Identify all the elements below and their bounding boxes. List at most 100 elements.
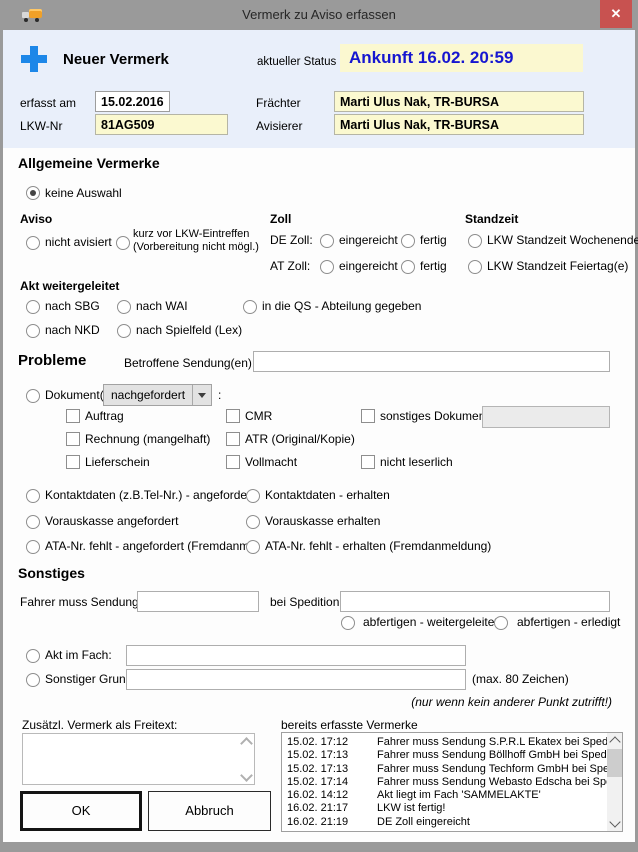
spedition-input[interactable] bbox=[340, 591, 610, 612]
checkbox-rechnung[interactable] bbox=[66, 432, 80, 446]
sonstiger-grund-input[interactable] bbox=[126, 669, 466, 690]
radio-kontaktdaten-erhalten[interactable] bbox=[246, 489, 260, 503]
radio-akt-im-fach-label[interactable]: Akt im Fach: bbox=[45, 648, 112, 662]
radio-akt-im-fach[interactable] bbox=[26, 649, 40, 663]
list-item[interactable]: 15.02. 17:14Fahrer muss Sendung Webasto … bbox=[282, 776, 622, 789]
radio-ata-angefordert[interactable] bbox=[26, 540, 40, 554]
checkbox-atr-label[interactable]: ATR (Original/Kopie) bbox=[245, 432, 355, 446]
checkbox-auftrag[interactable] bbox=[66, 409, 80, 423]
radio-standzeit-wochenende[interactable] bbox=[468, 234, 482, 248]
fraechter-field[interactable]: Marti Ulus Nak, TR-BURSA bbox=[334, 91, 584, 112]
radio-de-zoll-fertig-label[interactable]: fertig bbox=[420, 233, 447, 247]
radio-nach-wai-label[interactable]: nach WAI bbox=[136, 299, 188, 313]
list-item[interactable]: 16.02. 21:19DE Zoll eingereicht bbox=[282, 816, 622, 829]
radio-ata-erhalten[interactable] bbox=[246, 540, 260, 554]
checkbox-sonstiges-dokument[interactable] bbox=[361, 409, 375, 423]
radio-kurz-vor-eintreffen-label2[interactable]: (Vorbereitung nicht mögl.) bbox=[133, 241, 259, 254]
radio-vorauskasse-angefordert-label[interactable]: Vorauskasse angefordert bbox=[45, 514, 178, 528]
radio-abfertigen-weitergeleitet-label[interactable]: abfertigen - weitergeleitet bbox=[363, 615, 498, 629]
radio-nach-wai[interactable] bbox=[117, 300, 131, 314]
sonstiges-dokument-input[interactable] bbox=[482, 406, 610, 428]
checkbox-nicht-leserlich-label[interactable]: nicht leserlich bbox=[380, 455, 453, 469]
radio-nicht-avisiert[interactable] bbox=[26, 236, 40, 250]
radio-qs-abteilung[interactable] bbox=[243, 300, 257, 314]
radio-nach-sbg-label[interactable]: nach SBG bbox=[45, 299, 100, 313]
radio-ata-erhalten-label[interactable]: ATA-Nr. fehlt - erhalten (Fremdanmeldung… bbox=[265, 539, 491, 553]
radio-de-zoll-eingereicht[interactable] bbox=[320, 234, 334, 248]
radio-nach-nkd-label[interactable]: nach NKD bbox=[45, 323, 100, 337]
radio-standzeit-feiertag[interactable] bbox=[468, 260, 482, 274]
titlebar[interactable]: Vermerk zu Aviso erfassen ✕ bbox=[0, 0, 638, 30]
avisierer-label: Avisierer bbox=[256, 119, 302, 133]
section-allgemeine-vermerke: Allgemeine Vermerke bbox=[18, 155, 160, 171]
list-item[interactable]: 15.02. 17:13Fahrer muss Sendung Böllhoff… bbox=[282, 749, 622, 762]
erfasst-am-field[interactable]: 15.02.2016 bbox=[95, 91, 170, 112]
radio-qs-abteilung-label[interactable]: in die QS - Abteilung gegeben bbox=[262, 299, 421, 313]
radio-nach-sbg[interactable] bbox=[26, 300, 40, 314]
fahrer-sendung-input[interactable] bbox=[137, 591, 259, 612]
radio-vorauskasse-erhalten-label[interactable]: Vorauskasse erhalten bbox=[265, 514, 380, 528]
freitext-textarea[interactable] bbox=[22, 733, 255, 785]
checkbox-vollmacht[interactable] bbox=[226, 455, 240, 469]
list-scrollbar[interactable] bbox=[607, 733, 622, 831]
de-zoll-label: DE Zoll: bbox=[270, 233, 313, 247]
radio-vorauskasse-angefordert[interactable] bbox=[26, 515, 40, 529]
radio-abfertigen-weitergeleitet[interactable] bbox=[341, 616, 355, 630]
radio-at-zoll-eingereicht[interactable] bbox=[320, 260, 334, 274]
close-button[interactable]: ✕ bbox=[600, 0, 632, 28]
radio-dokumente[interactable] bbox=[26, 389, 40, 403]
page-title: Neuer Vermerk bbox=[63, 51, 169, 68]
scroll-down-icon[interactable] bbox=[609, 816, 620, 827]
radio-standzeit-wochenende-label[interactable]: LKW Standzeit Wochenende bbox=[487, 233, 638, 247]
scrollbar-thumb[interactable] bbox=[607, 749, 622, 777]
list-item[interactable]: 15.02. 17:12Fahrer muss Sendung S.P.R.L … bbox=[282, 736, 622, 749]
radio-at-zoll-eingereicht-label[interactable]: eingereicht bbox=[339, 259, 398, 273]
radio-abfertigen-erledigt[interactable] bbox=[494, 616, 508, 630]
radio-keine-auswahl-label[interactable]: keine Auswahl bbox=[45, 186, 122, 200]
checkbox-atr[interactable] bbox=[226, 432, 240, 446]
checkbox-cmr-label[interactable]: CMR bbox=[245, 409, 272, 423]
checkbox-lieferschein[interactable] bbox=[66, 455, 80, 469]
checkbox-vollmacht-label[interactable]: Vollmacht bbox=[245, 455, 297, 469]
radio-kurz-vor-eintreffen-label1[interactable]: kurz vor LKW-Eintreffen bbox=[133, 228, 249, 241]
checkbox-sonstiges-dokument-label[interactable]: sonstiges Dokument: bbox=[380, 409, 492, 423]
radio-vorauskasse-erhalten[interactable] bbox=[246, 515, 260, 529]
checkbox-cmr[interactable] bbox=[226, 409, 240, 423]
radio-at-zoll-fertig-label[interactable]: fertig bbox=[420, 259, 447, 273]
radio-keine-auswahl[interactable] bbox=[26, 186, 40, 200]
radio-sonstiger-grund-label[interactable]: Sonstiger Grund: bbox=[45, 672, 136, 686]
radio-nach-spielfeld-label[interactable]: nach Spielfeld (Lex) bbox=[136, 323, 242, 337]
checkbox-nicht-leserlich[interactable] bbox=[361, 455, 375, 469]
radio-kontaktdaten-angefordert[interactable] bbox=[26, 489, 40, 503]
radio-standzeit-feiertag-label[interactable]: LKW Standzeit Feiertag(e) bbox=[487, 259, 628, 273]
radio-sonstiger-grund[interactable] bbox=[26, 673, 40, 687]
radio-abfertigen-erledigt-label[interactable]: abfertigen - erledigt bbox=[517, 615, 620, 629]
dokument-dropdown[interactable]: nachgefordert bbox=[103, 384, 212, 406]
list-item[interactable]: 15.02. 17:13Fahrer muss Sendung Techform… bbox=[282, 763, 622, 776]
checkbox-lieferschein-label[interactable]: Lieferschein bbox=[85, 455, 150, 469]
radio-at-zoll-fertig[interactable] bbox=[401, 260, 415, 274]
radio-ata-angefordert-label[interactable]: ATA-Nr. fehlt - angefordert (Fremdanm.) bbox=[45, 539, 257, 553]
radio-kontaktdaten-erhalten-label[interactable]: Kontaktdaten - erhalten bbox=[265, 488, 390, 502]
radio-de-zoll-eingereicht-label[interactable]: eingereicht bbox=[339, 233, 398, 247]
akt-im-fach-input[interactable] bbox=[126, 645, 466, 666]
avisierer-field[interactable]: Marti Ulus Nak, TR-BURSA bbox=[334, 114, 584, 135]
cancel-button[interactable]: Abbruch bbox=[148, 791, 271, 831]
radio-kontaktdaten-angefordert-label[interactable]: Kontaktdaten (z.B.Tel-Nr.) - angefordert bbox=[45, 488, 254, 502]
list-item[interactable]: 16.02. 14:12Akt liegt im Fach 'SAMMELAKT… bbox=[282, 789, 622, 802]
radio-de-zoll-fertig[interactable] bbox=[401, 234, 415, 248]
ok-button[interactable]: OK bbox=[20, 791, 142, 831]
scroll-up-icon[interactable] bbox=[609, 736, 620, 747]
radio-nach-spielfeld[interactable] bbox=[117, 324, 131, 338]
bei-spedition-label: bei Spedition bbox=[270, 595, 339, 609]
erfasst-am-label: erfasst am bbox=[20, 96, 76, 110]
list-item[interactable]: 16.02. 21:17LKW ist fertig! bbox=[282, 802, 622, 815]
lkw-nr-field[interactable]: 81AG509 bbox=[95, 114, 228, 135]
vermerke-list[interactable]: 15.02. 17:12Fahrer muss Sendung S.P.R.L … bbox=[281, 732, 623, 832]
checkbox-auftrag-label[interactable]: Auftrag bbox=[85, 409, 124, 423]
radio-nach-nkd[interactable] bbox=[26, 324, 40, 338]
betroffene-sendung-input[interactable] bbox=[253, 351, 610, 372]
radio-nicht-avisiert-label[interactable]: nicht avisiert bbox=[45, 235, 112, 249]
checkbox-rechnung-label[interactable]: Rechnung (mangelhaft) bbox=[85, 432, 210, 446]
radio-kurz-vor-eintreffen[interactable] bbox=[116, 236, 130, 250]
